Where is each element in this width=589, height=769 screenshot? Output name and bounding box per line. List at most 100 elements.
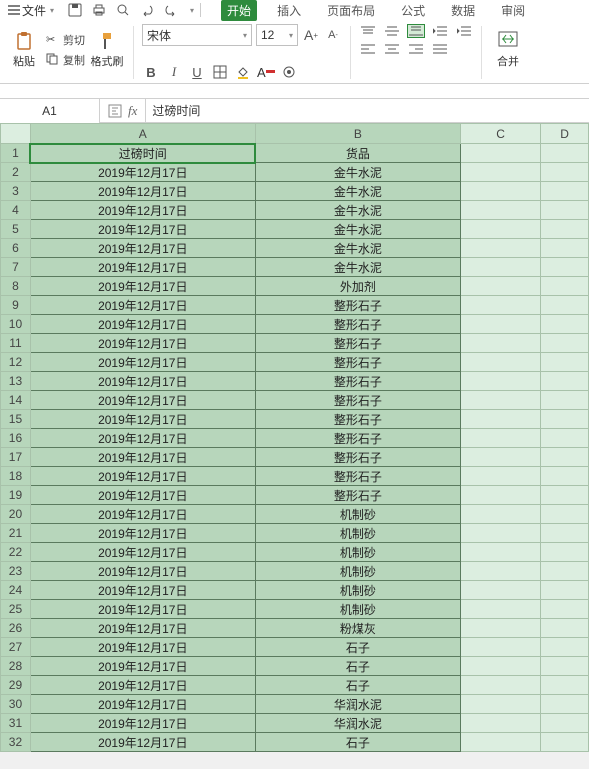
cell[interactable]: 2019年12月17日: [30, 296, 255, 315]
cell[interactable]: [461, 201, 541, 220]
undo-icon[interactable]: [140, 3, 154, 17]
cell[interactable]: 石子: [255, 733, 461, 752]
cell[interactable]: 2019年12月17日: [30, 467, 255, 486]
column-header[interactable]: B: [255, 124, 461, 144]
cell[interactable]: 整形石子: [255, 296, 461, 315]
row-header[interactable]: 29: [1, 676, 31, 695]
file-menu[interactable]: 文件 ▾: [4, 2, 58, 19]
cell[interactable]: [461, 733, 541, 752]
cell[interactable]: [541, 505, 589, 524]
effects-button[interactable]: [280, 63, 298, 81]
row-header[interactable]: 24: [1, 581, 31, 600]
cell[interactable]: [541, 695, 589, 714]
italic-button[interactable]: I: [165, 63, 183, 81]
row-header[interactable]: 2: [1, 163, 31, 182]
cell[interactable]: [461, 524, 541, 543]
cell[interactable]: [461, 334, 541, 353]
cell[interactable]: [461, 410, 541, 429]
cell[interactable]: 2019年12月17日: [30, 714, 255, 733]
row-header[interactable]: 11: [1, 334, 31, 353]
cell[interactable]: 整形石子: [255, 429, 461, 448]
cell[interactable]: 2019年12月17日: [30, 429, 255, 448]
cell[interactable]: 2019年12月17日: [30, 372, 255, 391]
align-center-button[interactable]: [383, 42, 401, 56]
cell[interactable]: [541, 144, 589, 163]
row-header[interactable]: 6: [1, 239, 31, 258]
decrease-font-button[interactable]: A-: [324, 26, 342, 44]
distribute-button[interactable]: [431, 42, 449, 56]
increase-font-button[interactable]: A+: [302, 26, 320, 44]
cell[interactable]: 2019年12月17日: [30, 220, 255, 239]
cell[interactable]: 2019年12月17日: [30, 258, 255, 277]
cell[interactable]: [461, 562, 541, 581]
row-header[interactable]: 21: [1, 524, 31, 543]
cell[interactable]: 2019年12月17日: [30, 391, 255, 410]
increase-indent-button[interactable]: [455, 24, 473, 38]
preview-icon[interactable]: [116, 3, 130, 17]
cell[interactable]: 整形石子: [255, 315, 461, 334]
cell[interactable]: 金牛水泥: [255, 258, 461, 277]
cell[interactable]: 过磅时间: [30, 144, 255, 163]
cell[interactable]: 粉煤灰: [255, 619, 461, 638]
cell[interactable]: [541, 657, 589, 676]
tab-页面布局[interactable]: 页面布局: [321, 0, 381, 21]
cell[interactable]: 机制砂: [255, 505, 461, 524]
cell[interactable]: 金牛水泥: [255, 201, 461, 220]
format-painter-button[interactable]: 格式刷: [89, 24, 125, 76]
cell[interactable]: 整形石子: [255, 486, 461, 505]
align-middle-button[interactable]: [383, 24, 401, 38]
cell[interactable]: [541, 467, 589, 486]
cell[interactable]: [541, 315, 589, 334]
underline-button[interactable]: U: [188, 63, 206, 81]
cell[interactable]: [541, 391, 589, 410]
row-header[interactable]: 14: [1, 391, 31, 410]
cell[interactable]: 机制砂: [255, 524, 461, 543]
name-box[interactable]: A1: [0, 99, 100, 123]
row-header[interactable]: 15: [1, 410, 31, 429]
decrease-indent-button[interactable]: [431, 24, 449, 38]
cell[interactable]: [541, 714, 589, 733]
redo-icon[interactable]: [164, 3, 178, 17]
row-header[interactable]: 18: [1, 467, 31, 486]
font-name-select[interactable]: 宋体▾: [142, 24, 252, 46]
cell[interactable]: [541, 448, 589, 467]
cell[interactable]: [541, 277, 589, 296]
row-header[interactable]: 19: [1, 486, 31, 505]
row-header[interactable]: 1: [1, 144, 31, 163]
cell[interactable]: [461, 505, 541, 524]
cell[interactable]: 2019年12月17日: [30, 201, 255, 220]
cell[interactable]: [461, 486, 541, 505]
cell[interactable]: [461, 695, 541, 714]
cell[interactable]: 石子: [255, 676, 461, 695]
cell[interactable]: 2019年12月17日: [30, 638, 255, 657]
cell[interactable]: 整形石子: [255, 448, 461, 467]
tab-审阅[interactable]: 审阅: [495, 0, 531, 21]
cell[interactable]: 石子: [255, 657, 461, 676]
cell[interactable]: [541, 372, 589, 391]
cell[interactable]: [461, 372, 541, 391]
cell[interactable]: [461, 163, 541, 182]
cell[interactable]: [461, 581, 541, 600]
cell[interactable]: [461, 239, 541, 258]
cell[interactable]: 金牛水泥: [255, 239, 461, 258]
cell[interactable]: [541, 600, 589, 619]
borders-button[interactable]: [211, 63, 229, 81]
cell[interactable]: 机制砂: [255, 543, 461, 562]
cell[interactable]: 2019年12月17日: [30, 410, 255, 429]
row-header[interactable]: 9: [1, 296, 31, 315]
cell[interactable]: [461, 714, 541, 733]
cell[interactable]: 整形石子: [255, 353, 461, 372]
cell[interactable]: [541, 410, 589, 429]
tab-开始[interactable]: 开始: [221, 0, 257, 21]
row-header[interactable]: 13: [1, 372, 31, 391]
tab-公式[interactable]: 公式: [395, 0, 431, 21]
cell[interactable]: 2019年12月17日: [30, 315, 255, 334]
cell[interactable]: 2019年12月17日: [30, 353, 255, 372]
cell[interactable]: 整形石子: [255, 372, 461, 391]
cell[interactable]: 华润水泥: [255, 695, 461, 714]
cell[interactable]: 2019年12月17日: [30, 733, 255, 752]
row-header[interactable]: 5: [1, 220, 31, 239]
row-header[interactable]: 25: [1, 600, 31, 619]
cell[interactable]: [541, 220, 589, 239]
cell[interactable]: 2019年12月17日: [30, 182, 255, 201]
